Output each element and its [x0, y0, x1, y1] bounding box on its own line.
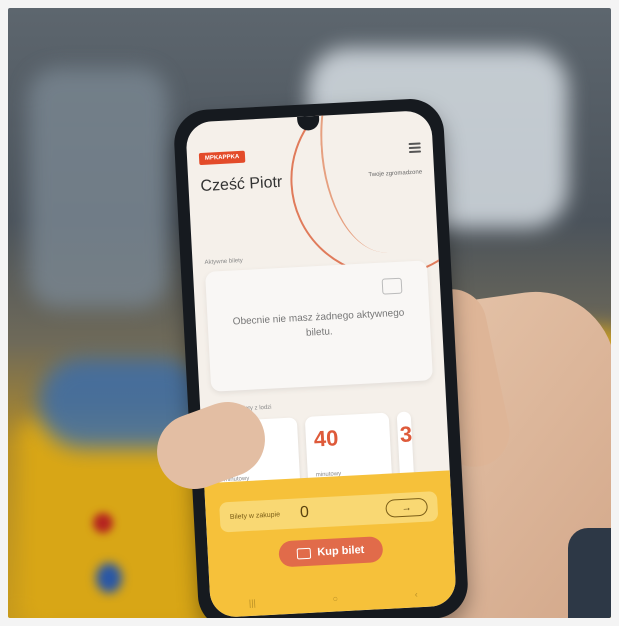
tram-blue-button: [96, 563, 122, 593]
cart-label: Bilety w zakupie: [229, 510, 281, 521]
recent-icon[interactable]: |||: [249, 598, 257, 608]
background-window: [28, 68, 168, 308]
photo: MPKAPPKA Cześć Piotr Twoje zgromadzone A…: [8, 8, 611, 618]
smartphone: MPKAPPKA Cześć Piotr Twoje zgromadzone A…: [172, 97, 470, 618]
menu-icon[interactable]: [408, 142, 422, 154]
home-icon[interactable]: ○: [332, 593, 338, 603]
cart-icon: [297, 547, 312, 559]
buy-ticket-button[interactable]: Kup bilet: [278, 536, 384, 568]
ticket-value: 40: [313, 425, 340, 452]
cart-summary[interactable]: Bilety w zakupie 0 →: [219, 491, 439, 533]
cart-count: 0: [299, 503, 310, 522]
app-logo[interactable]: MPKAPPKA: [198, 150, 246, 166]
empty-message: Obecnie nie masz żadnego aktywnego bilet…: [232, 307, 405, 339]
active-tickets-card: Obecnie nie masz żadnego aktywnego bilet…: [205, 260, 433, 392]
system-navbar: ||| ○ ‹: [210, 585, 456, 612]
ticket-icon: [381, 277, 403, 295]
back-icon[interactable]: ‹: [414, 589, 418, 599]
arrow-right-icon[interactable]: →: [385, 497, 429, 518]
purchase-panel: Bilety w zakupie 0 → Kup bilet ||| ○ ‹: [204, 470, 457, 618]
phone-screen: MPKAPPKA Cześć Piotr Twoje zgromadzone A…: [185, 109, 457, 618]
greeting: Cześć Piotr: [200, 173, 283, 196]
tram-red-button: [93, 513, 113, 533]
sleeve: [568, 528, 611, 618]
active-tickets-label: Aktywne bilety: [204, 257, 244, 266]
buy-button-label: Kup bilet: [317, 543, 365, 559]
ticket-value: 3: [399, 421, 413, 447]
status-time: [199, 128, 200, 142]
